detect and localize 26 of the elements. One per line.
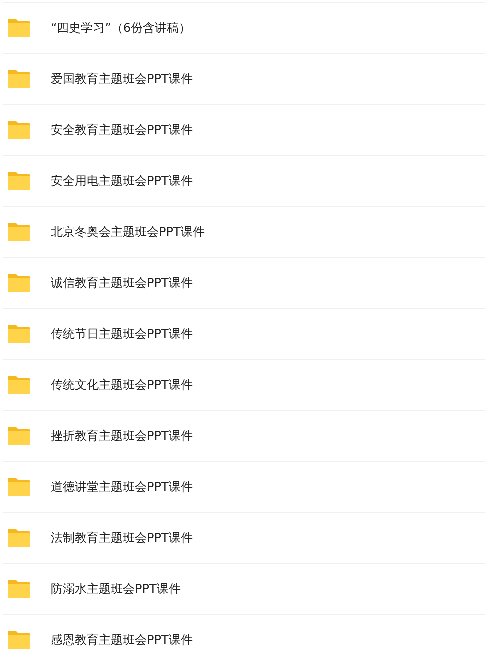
folder-name[interactable]: 防溺水主题班会PPT课件 [51, 580, 181, 598]
folder-icon [7, 579, 31, 599]
folder-icon [7, 18, 31, 38]
folder-name[interactable]: 道德讲堂主题班会PPT课件 [51, 478, 193, 496]
folder-name[interactable]: “四史学习”（6份含讲稿） [51, 20, 192, 36]
folder-name[interactable]: 安全用电主题班会PPT课件 [51, 172, 193, 190]
folder-name[interactable]: 北京冬奥会主题班会PPT课件 [51, 224, 205, 240]
folder-icon [7, 375, 31, 395]
folder-icon [7, 222, 31, 242]
folder-name[interactable]: 传统节日主题班会PPT课件 [51, 326, 193, 342]
folder-name[interactable]: 诚信教育主题班会PPT课件 [51, 274, 193, 292]
folder-icon [7, 528, 31, 548]
folder-icon [7, 630, 31, 650]
folder-icon [7, 171, 31, 191]
folder-name[interactable]: 挫折教育主题班会PPT课件 [51, 428, 193, 444]
folder-icon [7, 120, 31, 140]
folder-icon [7, 273, 31, 293]
folder-name[interactable]: 安全教育主题班会PPT课件 [51, 122, 193, 138]
folder-icon [7, 324, 31, 344]
folder-name[interactable]: 爱国教育主题班会PPT课件 [51, 70, 193, 88]
folder-icon [7, 477, 31, 497]
folder-icon [7, 426, 31, 446]
folder-icon [7, 69, 31, 89]
folder-name[interactable]: 传统文化主题班会PPT课件 [51, 376, 193, 394]
folder-name[interactable]: 法制教育主题班会PPT课件 [51, 530, 193, 546]
folder-name[interactable]: 感恩教育主题班会PPT课件 [51, 632, 193, 648]
